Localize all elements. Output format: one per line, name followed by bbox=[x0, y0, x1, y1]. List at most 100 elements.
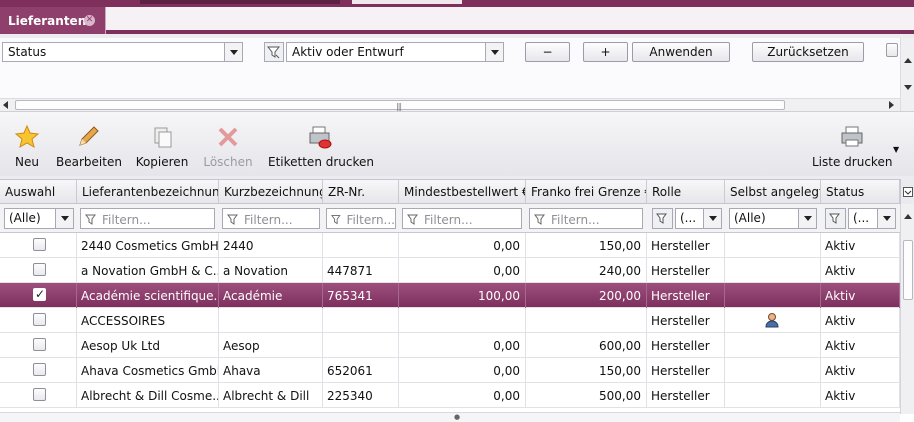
filter-short-input[interactable]: Filtern... bbox=[222, 208, 320, 229]
row-checkbox[interactable] bbox=[33, 313, 46, 326]
grid-vertical-scrollbar[interactable] bbox=[900, 204, 914, 414]
column-header-selbst[interactable]: Selbst angelegt bbox=[725, 180, 821, 204]
filter-min-input[interactable]: Filtern... bbox=[402, 208, 522, 229]
reset-filter-button[interactable]: Zurücksetzen bbox=[752, 42, 864, 62]
column-header-zr[interactable]: ZR-Nr. bbox=[323, 180, 399, 204]
row-select-cell bbox=[0, 358, 77, 383]
cell-zr: 225340 bbox=[323, 383, 399, 408]
horizontal-scrollbar[interactable]: ||| bbox=[0, 98, 900, 111]
filter-name-input[interactable]: Filtern... bbox=[80, 208, 215, 229]
chevron-down-icon[interactable] bbox=[224, 43, 242, 61]
table-row[interactable]: Albrecht & Dill Cosme... Albrecht & Dill 2… bbox=[0, 383, 900, 408]
table-row[interactable]: 2440 Cosmetics GmbH 2440 0,00 150,00 Herstel… bbox=[0, 233, 900, 258]
apply-filter-button[interactable]: Anwenden bbox=[632, 42, 730, 62]
row-checkbox[interactable] bbox=[33, 388, 46, 401]
cell-zr: 447871 bbox=[323, 258, 399, 283]
filter-vertical-scrollbar[interactable] bbox=[900, 38, 914, 111]
table-row[interactable]: Ahava Cosmetics GmbH Ahava 652061 0,00 150,0… bbox=[0, 358, 900, 383]
check-icon: ✓ bbox=[35, 287, 46, 301]
scrollbar-thumb[interactable]: ||| bbox=[15, 100, 785, 111]
row-checkbox[interactable]: ✓ bbox=[33, 287, 46, 301]
grid-header: Auswahl Lieferantenbezeichnung Kurzbezei… bbox=[0, 179, 900, 204]
cell-short: 2440 bbox=[219, 233, 323, 258]
cell-franko: 600,00 bbox=[526, 333, 647, 358]
suppliers-grid: Auswahl Lieferantenbezeichnung Kurzbezei… bbox=[0, 179, 914, 422]
row-select-cell: ✓ bbox=[0, 283, 77, 308]
cell-selbst bbox=[725, 333, 821, 358]
top-accent-strip bbox=[0, 0, 914, 7]
pencil-icon bbox=[79, 126, 99, 146]
cell-zr bbox=[323, 233, 399, 258]
column-chooser-icon[interactable] bbox=[900, 179, 914, 204]
filter-status-operator-icon[interactable] bbox=[825, 208, 846, 229]
cell-franko: 150,00 bbox=[526, 358, 647, 383]
row-checkbox[interactable] bbox=[33, 338, 46, 351]
cell-min bbox=[399, 308, 526, 333]
delete-button[interactable]: Löschen bbox=[200, 112, 256, 172]
column-header-short[interactable]: Kurzbezeichnung bbox=[219, 180, 323, 204]
cell-status: Aktiv bbox=[821, 333, 900, 358]
column-header-status[interactable]: Status bbox=[821, 180, 900, 204]
cell-zr: 652061 bbox=[323, 358, 399, 383]
filter-operator-icon[interactable] bbox=[264, 42, 284, 62]
cell-min: 0,00 bbox=[399, 258, 526, 283]
filter-franko-input[interactable]: Filtern... bbox=[529, 208, 643, 229]
row-checkbox[interactable] bbox=[33, 263, 46, 276]
add-filter-button[interactable]: + bbox=[583, 42, 628, 62]
column-header-min[interactable]: Mindestbestellwert € bbox=[399, 180, 526, 204]
table-row[interactable]: Aesop Uk Ltd Aesop 0,00 600,00 Hersteller Akt… bbox=[0, 333, 900, 358]
row-checkbox[interactable] bbox=[33, 238, 46, 251]
toolbar-overflow-icon[interactable]: ▼ bbox=[893, 145, 899, 154]
cell-status: Aktiv bbox=[821, 358, 900, 383]
filter-value-select[interactable]: Aktiv oder Entwurf bbox=[286, 42, 504, 62]
filter-status-select[interactable]: (... bbox=[848, 208, 896, 229]
table-row[interactable]: ✓ Académie scientifique... Académie 765341 1… bbox=[0, 283, 900, 308]
filter-zr-input[interactable]: Filtern... bbox=[326, 208, 396, 229]
column-header-name[interactable]: Lieferantenbezeichnung bbox=[77, 180, 219, 204]
remove-filter-button[interactable]: − bbox=[525, 42, 570, 62]
toolbar: Neu Bearbeiten Kopieren Löschen Etikette… bbox=[0, 112, 914, 176]
cell-min: 0,00 bbox=[399, 383, 526, 408]
cell-zr bbox=[323, 333, 399, 358]
copy-button[interactable]: Kopieren bbox=[132, 112, 192, 172]
cell-min: 0,00 bbox=[399, 358, 526, 383]
column-header-auswahl[interactable]: Auswahl bbox=[0, 180, 77, 204]
column-header-rolle[interactable]: Rolle bbox=[647, 180, 725, 204]
filter-value: Aktiv oder Entwurf bbox=[292, 45, 404, 59]
chevron-down-icon[interactable] bbox=[877, 209, 895, 228]
cell-rolle: Hersteller bbox=[647, 358, 725, 383]
chevron-down-icon[interactable] bbox=[798, 209, 816, 228]
edit-button[interactable]: Bearbeiten bbox=[56, 112, 122, 172]
grid-horizontal-scrollbar[interactable]: ● bbox=[0, 412, 900, 422]
chevron-down-icon[interactable] bbox=[703, 209, 721, 228]
filter-icon bbox=[227, 214, 238, 225]
chevron-down-icon[interactable] bbox=[485, 43, 503, 61]
row-checkbox[interactable] bbox=[33, 363, 46, 376]
print-labels-label: Etiketten drucken bbox=[268, 155, 375, 169]
filter-field-select[interactable]: Status bbox=[2, 42, 243, 62]
filter-option-checkbox[interactable] bbox=[886, 43, 898, 57]
filter-auswahl-select[interactable]: (Alle) bbox=[4, 208, 74, 229]
cell-selbst bbox=[725, 283, 821, 308]
filter-rolle-operator-icon[interactable] bbox=[652, 208, 673, 229]
cell-franko: 200,00 bbox=[526, 283, 647, 308]
print-list-button[interactable]: Liste drucken bbox=[812, 112, 892, 172]
cell-status: Aktiv bbox=[821, 258, 900, 283]
filter-selbst-select[interactable]: (Alle) bbox=[729, 208, 817, 229]
cell-status: Aktiv bbox=[821, 283, 900, 308]
cell-short: Albrecht & Dill bbox=[219, 383, 323, 408]
new-button[interactable]: Neu bbox=[2, 112, 52, 172]
filter-rolle-select[interactable]: (... bbox=[675, 208, 722, 229]
filter-icon bbox=[85, 214, 96, 225]
row-select-cell bbox=[0, 258, 77, 283]
tab-lieferanten[interactable]: Lieferanten ✕ bbox=[0, 7, 106, 34]
cell-rolle: Hersteller bbox=[647, 308, 725, 333]
print-labels-button[interactable]: Etiketten drucken bbox=[268, 112, 375, 172]
scrollbar-thumb[interactable] bbox=[903, 240, 913, 300]
table-row[interactable]: ACCESSOIRES Hersteller Aktiv bbox=[0, 308, 900, 333]
cell-status: Aktiv bbox=[821, 233, 900, 258]
close-icon[interactable]: ✕ bbox=[84, 15, 95, 26]
table-row[interactable]: a Novation GmbH & C... a Novation 447871 0,… bbox=[0, 258, 900, 283]
column-header-franko[interactable]: Franko frei Grenze € bbox=[526, 180, 647, 204]
chevron-down-icon[interactable] bbox=[55, 209, 73, 228]
